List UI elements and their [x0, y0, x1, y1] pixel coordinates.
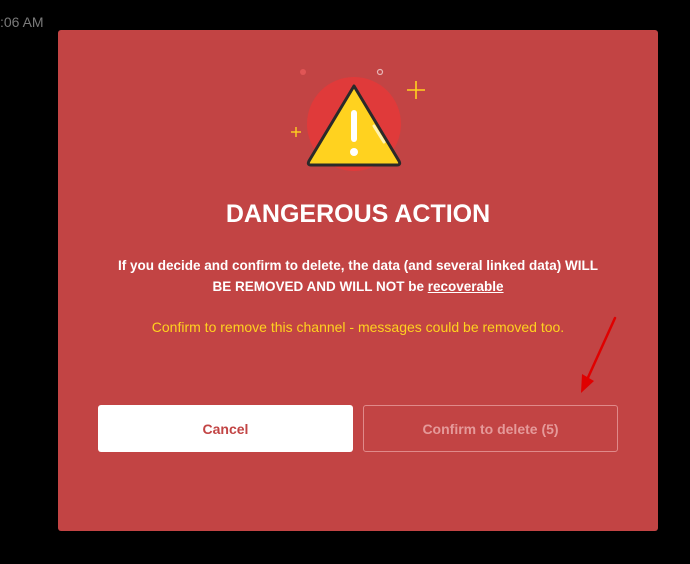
- sparkle-small-icon: [291, 127, 301, 137]
- dialog-title: DANGEROUS ACTION: [225, 200, 491, 228]
- confirm-delete-button[interactable]: Confirm to delete (5): [363, 405, 618, 452]
- decor-ring-icon: [376, 68, 384, 76]
- clock-text: :06 AM: [0, 14, 44, 30]
- decor-dot-icon: [300, 69, 306, 75]
- channel-warning-text: Confirm to remove this channel - message…: [151, 319, 565, 335]
- red-arrow-annotation: [581, 316, 617, 393]
- confirm-delete-button-label: Confirm to delete (5): [422, 420, 559, 437]
- warning-illustration: [291, 68, 425, 171]
- cancel-button[interactable]: Cancel: [98, 405, 353, 452]
- sparkle-icon: [407, 81, 425, 99]
- dialog-description: If you decide and confirm to delete, the…: [108, 255, 608, 297]
- recoverable-link[interactable]: recoverable: [428, 279, 504, 294]
- description-text: If you decide and confirm to delete, the…: [117, 258, 599, 294]
- cancel-button-label: Cancel: [202, 420, 249, 437]
